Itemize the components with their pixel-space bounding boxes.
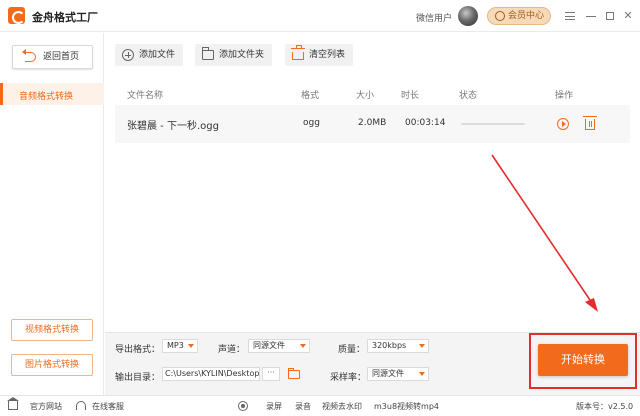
headset-icon xyxy=(76,401,86,410)
title-bar: 金舟格式工厂 微信用户 会员中心 ✕ xyxy=(0,0,640,32)
plus-circle-icon xyxy=(122,49,134,61)
channel-value: 同源文件 xyxy=(253,341,285,350)
browse-button[interactable]: ··· xyxy=(262,367,280,381)
file-size: 2.0MB xyxy=(358,118,387,128)
home-icon xyxy=(7,397,19,410)
column-header-format: 格式 xyxy=(301,91,320,101)
basket-icon xyxy=(291,45,305,60)
export-format-label: 导出格式： xyxy=(115,345,161,355)
column-header-duration: 时长 xyxy=(401,91,420,101)
channel-select[interactable]: 同源文件 xyxy=(248,339,310,353)
export-format-select[interactable]: MP3 xyxy=(162,339,198,353)
file-name: 张碧晨 - 下一秒.ogg xyxy=(127,121,219,132)
clear-list-button[interactable]: 清空列表 xyxy=(285,44,354,66)
column-header-name: 文件名称 xyxy=(127,91,164,101)
maximize-button[interactable] xyxy=(602,8,618,24)
record-icon xyxy=(238,401,248,411)
app-logo-icon xyxy=(8,7,25,24)
chevron-down-icon xyxy=(300,344,306,348)
chevron-down-icon xyxy=(188,344,194,348)
back-home-label: 返回首页 xyxy=(43,52,80,62)
sample-rate-label: 采样率： xyxy=(330,373,367,383)
toolbar: 添加文件 添加文件夹 清空列表 xyxy=(105,33,640,77)
folder-icon xyxy=(202,47,214,60)
back-home-button[interactable]: 返回首页 xyxy=(12,45,93,69)
video-convert-button[interactable]: 视频格式转换 xyxy=(11,319,93,341)
output-dir-input[interactable]: C:\Users\KYLIN\Desktop\ xyxy=(162,367,260,381)
user-name[interactable]: 微信用户 xyxy=(416,11,452,24)
sidebar: 返回首页 音频格式转换 视频格式转换 图片格式转换 xyxy=(0,33,104,395)
quality-select[interactable]: 320kbps xyxy=(367,339,429,353)
add-file-label: 添加文件 xyxy=(139,50,176,60)
quality-value: 320kbps xyxy=(372,341,407,350)
online-support-link[interactable]: 在线客服 xyxy=(92,401,124,412)
output-settings: 导出格式： MP3 声道： 同源文件 质量： 320kbps 输出目录： C:\… xyxy=(105,332,640,395)
chevron-down-icon xyxy=(419,372,425,376)
file-duration: 00:03:14 xyxy=(405,118,446,128)
file-list: 文件名称 格式 大小 时长 状态 操作 张碧晨 - 下一秒.ogg ogg 2.… xyxy=(105,77,640,331)
vip-center-button[interactable]: 会员中心 xyxy=(487,7,551,25)
avatar[interactable] xyxy=(458,6,478,26)
export-format-value: MP3 xyxy=(167,341,184,350)
clear-list-label: 清空列表 xyxy=(309,50,346,60)
quality-label: 质量： xyxy=(338,345,366,355)
progress-bar xyxy=(461,123,525,125)
crown-icon xyxy=(495,11,505,21)
image-convert-button[interactable]: 图片格式转换 xyxy=(11,354,93,376)
channel-label: 声道： xyxy=(218,345,246,355)
column-header-size: 大小 xyxy=(356,91,375,101)
version-label: 版本号：v2.5.0 xyxy=(576,402,634,411)
close-button[interactable]: ✕ xyxy=(620,8,636,24)
status-bar: 官方网站 在线客服 录屏 录音 视频去水印 m3u8视频转mp4 版本号：v2.… xyxy=(0,395,640,416)
sample-rate-select[interactable]: 同源文件 xyxy=(367,367,429,381)
add-file-button[interactable]: 添加文件 xyxy=(115,44,184,66)
sidebar-item-audio-convert[interactable]: 音频格式转换 xyxy=(0,83,104,105)
menu-icon xyxy=(565,12,575,20)
app-title: 金舟格式工厂 xyxy=(32,11,98,24)
official-site-link[interactable]: 官方网站 xyxy=(30,401,62,412)
minimize-button[interactable] xyxy=(583,8,599,24)
maximize-icon xyxy=(606,12,614,20)
add-folder-button[interactable]: 添加文件夹 xyxy=(195,44,273,66)
minimize-icon xyxy=(586,16,596,17)
sidebar-item-label: 音频格式转换 xyxy=(19,92,74,102)
open-folder-icon[interactable] xyxy=(288,368,300,379)
audio-record-link[interactable]: 录音 xyxy=(295,401,311,412)
vip-center-label: 会员中心 xyxy=(508,11,545,21)
file-format: ogg xyxy=(303,118,320,128)
play-icon[interactable] xyxy=(557,118,569,130)
chevron-down-icon xyxy=(419,344,425,348)
column-header-status: 状态 xyxy=(459,91,478,101)
close-icon: ✕ xyxy=(623,9,633,22)
output-dir-label: 输出目录： xyxy=(115,373,161,383)
screen-record-link[interactable]: 录屏 xyxy=(266,401,282,412)
add-folder-label: 添加文件夹 xyxy=(219,50,265,60)
back-arrow-icon xyxy=(22,49,36,62)
trash-icon[interactable] xyxy=(583,116,597,130)
remove-watermark-link[interactable]: 视频去水印 xyxy=(322,401,362,412)
table-header: 文件名称 格式 大小 时长 状态 操作 xyxy=(115,85,630,103)
table-row[interactable]: 张碧晨 - 下一秒.ogg ogg 2.0MB 00:03:14 xyxy=(115,105,630,143)
menu-button[interactable] xyxy=(562,8,578,24)
start-convert-button[interactable]: 开始转换 xyxy=(538,344,628,376)
m3u8-convert-link[interactable]: m3u8视频转mp4 xyxy=(374,401,439,412)
column-header-actions: 操作 xyxy=(555,91,574,101)
sample-rate-value: 同源文件 xyxy=(372,369,404,378)
